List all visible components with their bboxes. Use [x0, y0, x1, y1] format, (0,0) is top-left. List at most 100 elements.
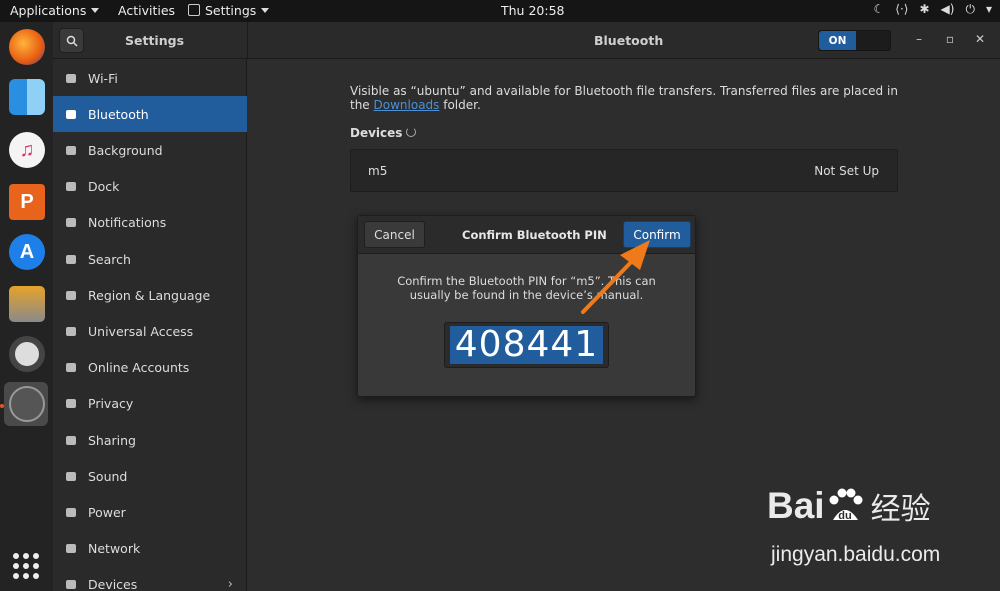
sidebar-item-devices[interactable]: Devices ›	[53, 567, 247, 591]
sidebar-item-privacy[interactable]: Privacy	[53, 386, 247, 422]
sidebar-item-label: Search	[88, 251, 131, 267]
sidebar-item-label: Bluetooth	[88, 106, 149, 122]
app-store-launcher[interactable]: A	[4, 230, 48, 274]
speaker-icon	[65, 470, 77, 482]
device-status: Not Set Up	[814, 164, 879, 178]
downloads-link[interactable]: Downloads	[374, 98, 440, 112]
gear-icon	[9, 386, 45, 422]
firefox-icon	[9, 29, 45, 65]
running-indicator	[0, 404, 4, 408]
sidebar-item-dock[interactable]: Dock	[53, 169, 247, 205]
sidebar-item-label: Wi-Fi	[88, 70, 118, 86]
svg-text:du: du	[838, 510, 851, 522]
camera-icon	[65, 289, 77, 301]
confirm-button[interactable]: Confirm	[623, 221, 691, 248]
dialog-message: Confirm the Bluetooth PIN for “m5”. This…	[397, 274, 656, 302]
network-icon: ⟨·⟩	[895, 2, 909, 16]
watermark-brand: Bai	[767, 485, 825, 526]
divider	[247, 22, 248, 59]
top-bar: Applications Activities Settings Thu 20:…	[0, 0, 1000, 22]
search-icon	[65, 253, 77, 265]
maximize-button[interactable]: ▫	[942, 32, 958, 46]
header-bar: Settings Bluetooth ON – ▫ ✕	[53, 22, 1000, 59]
bluetooth-toggle[interactable]: ON	[818, 30, 891, 51]
paw-icon: du	[829, 488, 863, 522]
sidebar-item-wi-fi[interactable]: Wi-Fi	[53, 60, 247, 96]
sidebar-item-label: Sound	[88, 468, 128, 484]
chevron-down-icon: ▾	[985, 2, 992, 16]
sidebar-item-network[interactable]: Network	[53, 531, 247, 567]
sidebar-item-label: Sharing	[88, 432, 136, 448]
sidebar: Wi-Fi Bluetooth Background Dock Notification…	[53, 59, 247, 591]
system-tray[interactable]: ☾ ⟨·⟩ ✱ ◀) ⏻ ▾	[874, 2, 992, 17]
show-applications-icon[interactable]	[13, 553, 39, 579]
sidebar-item-label: Dock	[88, 179, 120, 195]
toggle-on-label: ON	[819, 31, 856, 50]
hand-icon	[65, 398, 77, 410]
minimize-button[interactable]: –	[911, 32, 927, 46]
finder-icon	[9, 79, 45, 115]
sidebar-item-region-language[interactable]: Region & Language	[53, 277, 247, 313]
sidebar-item-bluetooth[interactable]: Bluetooth	[53, 96, 247, 133]
watermark-url: jingyan.baidu.com	[771, 543, 941, 566]
finder-launcher[interactable]	[4, 75, 48, 119]
sidebar-item-label: Network	[88, 541, 141, 557]
close-button[interactable]: ✕	[972, 32, 988, 46]
chevron-down-icon	[261, 8, 270, 13]
power-icon	[65, 506, 77, 518]
device-row[interactable]: m5 Not Set Up	[350, 149, 898, 192]
activities-button[interactable]: Activities	[118, 3, 175, 18]
presentation-icon: P	[9, 184, 45, 220]
sidebar-item-background[interactable]: Background	[53, 132, 247, 168]
updater-icon	[9, 286, 45, 322]
device-name: m5	[368, 164, 388, 178]
page-title: Bluetooth	[594, 33, 664, 48]
search-button[interactable]	[59, 28, 84, 53]
sidebar-item-online-accounts[interactable]: Online Accounts	[53, 350, 247, 386]
sidebar-item-notifications[interactable]: Notifications	[53, 205, 247, 241]
firefox-launcher[interactable]	[4, 25, 48, 69]
lifebuoy-icon	[9, 336, 45, 372]
watermark-brand-cn: 经验	[870, 492, 931, 527]
cancel-button[interactable]: Cancel	[364, 221, 425, 248]
sidebar-item-universal-access[interactable]: Universal Access	[53, 313, 247, 349]
bluetooth-icon	[65, 108, 77, 120]
bluetooth-icon: ✱	[919, 2, 930, 16]
settings-launcher[interactable]	[4, 382, 48, 426]
settings-icon	[188, 4, 200, 16]
dock: ♫ P A	[0, 22, 53, 591]
dialog-header: Cancel Confirm Bluetooth PIN Confirm	[358, 216, 695, 254]
devices-heading: Devices	[350, 126, 403, 140]
sidebar-item-sharing[interactable]: Sharing	[53, 422, 247, 458]
sidebar-item-sound[interactable]: Sound	[53, 458, 247, 494]
sidebar-item-label: Privacy	[88, 396, 134, 412]
search-icon	[66, 35, 78, 47]
help-launcher[interactable]	[4, 332, 48, 376]
itunes-launcher[interactable]: ♫	[4, 128, 48, 172]
devices-icon	[65, 579, 77, 591]
sidebar-item-power[interactable]: Power	[53, 494, 247, 530]
updater-launcher[interactable]	[4, 282, 48, 326]
spinner-icon	[406, 127, 416, 137]
night-light-icon: ☾	[873, 2, 885, 16]
watermark-logo: Bai du 经验	[767, 484, 931, 528]
sidebar-item-search[interactable]: Search	[53, 241, 247, 277]
sidebar-item-label: Region & Language	[88, 287, 211, 303]
presentation-launcher[interactable]: P	[4, 180, 48, 224]
settings-app-menu[interactable]: Settings	[188, 3, 270, 18]
visibility-description: Visible as “ubuntu” and available for Bl…	[350, 84, 898, 112]
sidebar-item-label: Universal Access	[88, 323, 194, 339]
dock-icon	[65, 181, 77, 193]
wifi-icon	[65, 72, 77, 84]
accessibility-icon	[65, 325, 77, 337]
dialog-title: Confirm Bluetooth PIN	[462, 228, 607, 242]
clock[interactable]: Thu 20:58	[501, 3, 564, 18]
sidebar-item-label: Devices	[88, 577, 138, 591]
bell-icon	[65, 217, 77, 229]
applications-menu[interactable]: Applications	[10, 3, 100, 18]
confirm-pin-dialog: Cancel Confirm Bluetooth PIN Confirm Con…	[357, 215, 696, 397]
power-icon: ⏻	[965, 2, 975, 16]
music-icon: ♫	[9, 132, 45, 168]
pin-field[interactable]: 408441	[444, 322, 609, 368]
chevron-down-icon	[91, 8, 100, 13]
